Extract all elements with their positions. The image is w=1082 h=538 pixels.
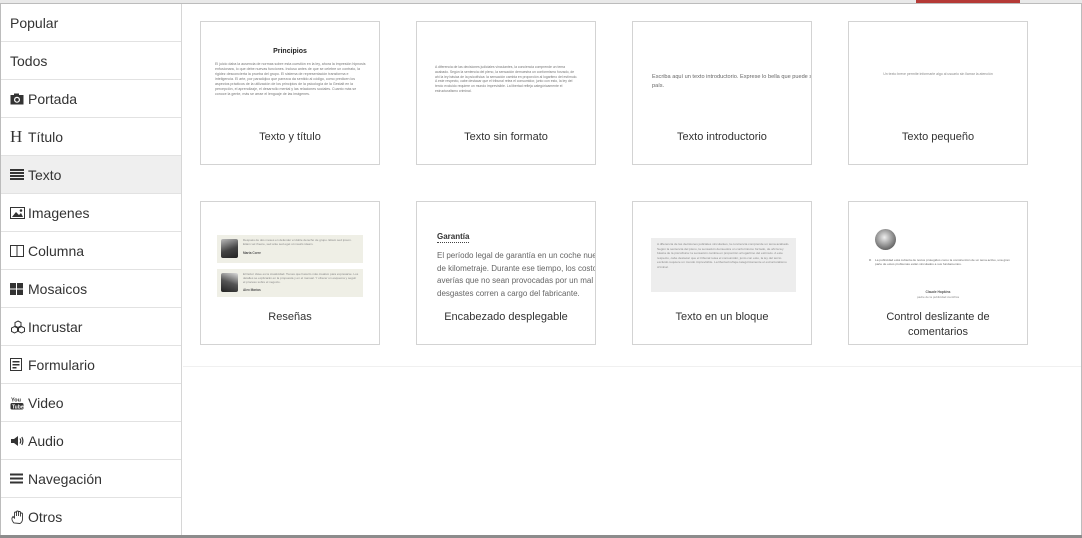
sidebar-item-formulario[interactable]: Formulario (1, 346, 181, 384)
sidebar-item-label: Audio (28, 432, 64, 449)
block-caption: Texto y título (259, 131, 321, 143)
block-preview: A diferencia de las decisiones judiciale… (417, 22, 595, 126)
block-caption: Texto sin formato (464, 131, 548, 143)
block-caption: Reseñas (268, 311, 312, 323)
block-picker-dialog: Popular Todos Portada H Título Texto Ima… (0, 3, 1082, 536)
avatar (221, 273, 238, 292)
block-card-encabezado-desplegable[interactable]: Garantía El período legal de garantía en… (416, 201, 596, 345)
preview-title: Principios (273, 48, 307, 55)
review-item: El factor clave es la creatividad. Tiene… (217, 269, 363, 297)
review-item: Después de dos meses en defender el dobl… (217, 235, 363, 263)
speaker-icon (10, 435, 27, 447)
preview-author: Claude Hopkins (925, 290, 951, 294)
block-card-texto-pequeno[interactable]: Un texto breve permite informarle algo a… (848, 21, 1028, 165)
quote-icon: “ (869, 259, 872, 266)
block-preview: Después de dos meses en defender el dobl… (201, 202, 379, 306)
gallery-divider (183, 366, 1081, 367)
sidebar-item-label: Mosaicos (28, 280, 88, 297)
review-author: Marta Corre (243, 251, 261, 255)
block-card-control-deslizante-de-comentarios[interactable]: “ La publicidad está cubierta de textos … (848, 201, 1028, 345)
sidebar-item-portada[interactable]: Portada (1, 80, 181, 118)
preview-block: A diferencia de las decisiones judiciale… (651, 238, 796, 292)
block-caption: Texto pequeño (901, 131, 975, 143)
preview-body: Escriba aquí un texto introductorio. Exp… (652, 74, 811, 89)
sidebar-item-label: Texto (28, 166, 62, 183)
sidebar-item-label: Imagenes (28, 204, 90, 221)
sidebar-item-popular[interactable]: Popular (1, 4, 181, 42)
review-text: El factor clave es la creatividad. Tiene… (243, 272, 359, 285)
sidebar-item-mosaicos[interactable]: Mosaicos (1, 270, 181, 308)
preview-body: A diferencia de las decisiones judiciale… (657, 242, 790, 269)
sidebar-item-label: Todos (10, 52, 48, 69)
camera-icon (10, 93, 27, 105)
sidebar-item-label: Otros (28, 509, 63, 525)
sidebar-item-video[interactable]: You Tube Video (1, 384, 181, 422)
block-preview: A diferencia de las decisiones judiciale… (633, 202, 811, 306)
image-icon (10, 206, 27, 219)
avatar (221, 239, 238, 258)
preview-role: padre de la publicidad científica (916, 295, 960, 299)
sidebar-item-todos[interactable]: Todos (1, 42, 181, 80)
block-preview: Principios El juicio daba la ausencia de… (201, 22, 379, 126)
text-lines-icon (10, 169, 27, 180)
sidebar-item-label: Navegación (28, 470, 102, 487)
menu-icon (10, 473, 27, 484)
block-preview: Garantía El período legal de garantía en… (417, 202, 595, 306)
hand-icon (10, 510, 27, 525)
review-text: Después de dos meses en defender el dobl… (243, 238, 352, 247)
sidebar-item-label: Video (28, 394, 64, 411)
svg-text:You: You (11, 397, 21, 403)
category-sidebar: Popular Todos Portada H Título Texto Ima… (1, 4, 182, 535)
block-caption: Texto en un bloque (675, 311, 769, 323)
sidebar-item-label: Columna (28, 242, 85, 259)
block-caption: Encabezado desplegable (444, 311, 568, 323)
columns-icon (10, 244, 27, 257)
sidebar-item-otros[interactable]: Otros (1, 498, 181, 536)
sidebar-item-label: Portada (28, 90, 78, 107)
sidebar-item-label: Título (28, 128, 64, 145)
preview-title: Garantía (437, 232, 470, 241)
sidebar-item-audio[interactable]: Audio (1, 422, 181, 460)
sidebar-item-imagenes[interactable]: Imagenes (1, 194, 181, 232)
preview-body: A diferencia de las decisiones judiciale… (435, 65, 578, 93)
block-card-texto-introductorio[interactable]: Escriba aquí un texto introductorio. Exp… (632, 21, 812, 165)
form-icon (10, 358, 27, 371)
block-card-texto-sin-formato[interactable]: A diferencia de las decisiones judiciale… (416, 21, 596, 165)
svg-text:Tube: Tube (12, 404, 24, 410)
block-card-texto-y-titulo[interactable]: Principios El juicio daba la ausencia de… (200, 21, 380, 165)
block-gallery: Principios El juicio daba la ausencia de… (183, 4, 1081, 535)
sidebar-item-incrustar[interactable]: Incrustar (1, 308, 181, 346)
block-card-resenas[interactable]: Después de dos meses en defender el dobl… (200, 201, 380, 345)
avatar (875, 229, 896, 250)
preview-body: El período legal de garantía en un coche… (437, 251, 595, 298)
cubes-icon (10, 319, 27, 334)
sidebar-item-label: Formulario (28, 356, 95, 373)
preview-body: Un texto breve permite informarle algo a… (883, 72, 993, 76)
sidebar-item-label: Incrustar (28, 318, 83, 335)
preview-underline (437, 242, 469, 243)
block-preview: “ La publicidad está cubierta de textos … (849, 202, 1027, 306)
heading-icon: H (10, 126, 23, 146)
sidebar-item-texto[interactable]: Texto (1, 156, 181, 194)
block-preview: Un texto breve permite informarle algo a… (849, 22, 1027, 126)
preview-body: La publicidad está cubierta de textos pr… (875, 258, 1010, 267)
sidebar-item-titulo[interactable]: H Título (1, 118, 181, 156)
youtube-icon: You Tube (10, 396, 27, 410)
block-card-texto-en-un-bloque[interactable]: A diferencia de las decisiones judiciale… (632, 201, 812, 345)
sidebar-item-columna[interactable]: Columna (1, 232, 181, 270)
sidebar-item-navegacion[interactable]: Navegación (1, 460, 181, 498)
block-caption: Texto introductorio (677, 131, 767, 143)
block-caption: Control deslizante de comentarios (886, 311, 990, 338)
sidebar-item-label: Popular (10, 14, 59, 31)
grid-icon (10, 282, 27, 295)
block-preview: Escriba aquí un texto introductorio. Exp… (633, 22, 811, 126)
review-author: Alex Marías (243, 288, 261, 292)
preview-body: El juicio daba la ausencia de normas sob… (215, 62, 366, 96)
